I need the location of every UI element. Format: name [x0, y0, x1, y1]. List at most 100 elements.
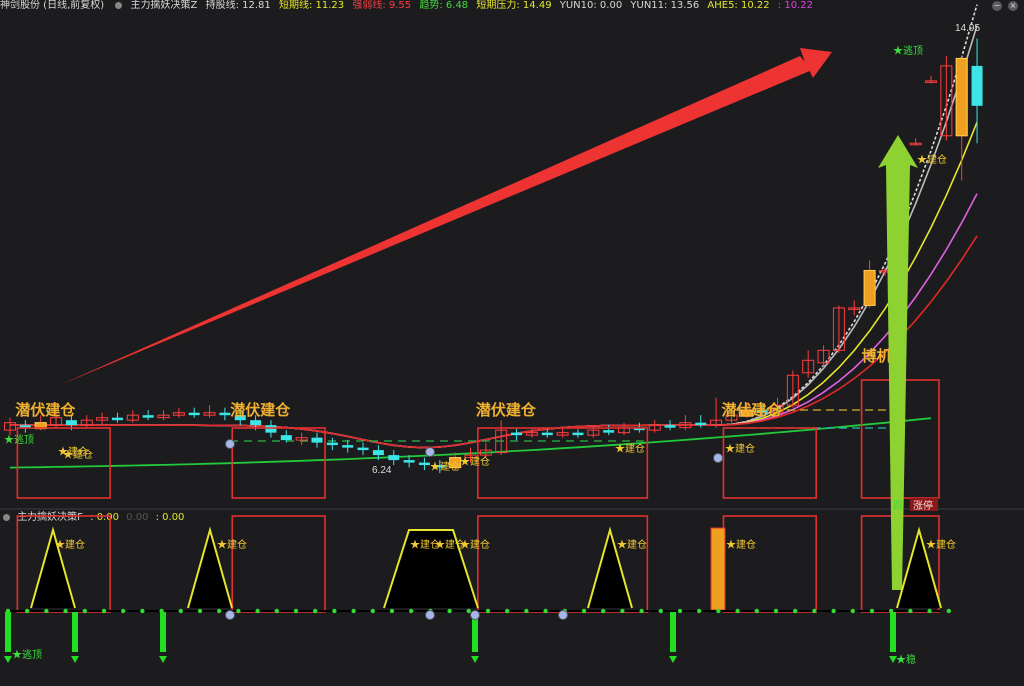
candle-body	[219, 412, 231, 416]
escape-bar	[5, 612, 11, 652]
sub-baseline-dot	[466, 608, 471, 614]
sub-zone-box	[231, 515, 326, 613]
candle-body	[250, 420, 262, 426]
candle-body	[111, 417, 123, 421]
signal-candle	[955, 57, 968, 137]
sub-baseline-dot	[293, 608, 299, 614]
sub-baseline-dot	[82, 608, 88, 614]
escape-bar-arrow	[4, 656, 12, 663]
sub-build-signal: ★建仓	[55, 538, 85, 551]
sub-baseline-dot	[44, 608, 49, 614]
sub-baseline-dot	[697, 608, 702, 614]
candle-body	[403, 460, 415, 463]
sub-baseline-dot	[370, 608, 375, 614]
candle-body	[65, 420, 77, 426]
sub-burst-bar	[710, 527, 726, 611]
sub-baseline-dot	[620, 608, 625, 614]
candle-body	[664, 425, 676, 428]
ma-yellow-line	[10, 122, 978, 449]
escape-signal-top: ★逃顶	[893, 44, 923, 57]
candle-body	[572, 432, 584, 436]
build-signal: ★建仓	[615, 442, 645, 455]
sub-build-signal: ★建仓	[460, 538, 490, 551]
sub-baseline-dot	[25, 608, 30, 614]
sub-baseline-dot	[505, 608, 510, 614]
sub-build-signal: ★建仓	[217, 538, 247, 551]
low-price-label: 6.24	[372, 465, 392, 476]
candle-body	[388, 455, 400, 461]
sub-baseline-dot	[601, 608, 606, 614]
sub-zone-box	[722, 515, 818, 613]
bottom-escape-signal: ★逃顶	[12, 648, 42, 661]
sub-build-signal: ★建仓	[726, 538, 756, 551]
sub-baseline-dot	[63, 608, 68, 614]
candle-body	[265, 425, 277, 433]
candle-body	[418, 462, 430, 466]
build-signal: ★建仓	[430, 460, 460, 473]
candle-body	[280, 435, 292, 441]
sub-baseline-dot	[869, 608, 875, 614]
marker-icon	[425, 610, 435, 620]
sub-baseline-dot	[716, 608, 721, 614]
build-signal: ★建仓	[917, 153, 947, 166]
escape-bar-arrow	[471, 656, 479, 663]
candle-body	[188, 412, 200, 416]
sub-baseline-dot	[850, 608, 855, 614]
sub-baseline-dot	[447, 608, 452, 614]
sub-baseline-dot	[543, 608, 548, 614]
sub-baseline-dot	[313, 608, 318, 614]
candle-body	[357, 447, 369, 451]
sub-baseline-dot	[524, 608, 529, 614]
sub-baseline-dot	[197, 608, 203, 614]
zone-box	[477, 427, 649, 499]
escape-bar	[72, 612, 78, 652]
chart-stage: 神剑股份 (日线,前复权) 主力擒妖决策Z 持股线: 12.81 短期线: 11…	[0, 0, 1024, 686]
escape-bar	[160, 612, 166, 652]
candle-body	[142, 415, 154, 418]
sub-baseline-dot	[255, 608, 260, 614]
build-signal: ★建仓	[725, 442, 755, 455]
sub-baseline-dot	[812, 608, 817, 614]
sub-baseline-dot	[658, 608, 663, 614]
sub-baseline-dot	[101, 608, 107, 614]
build-signal: ★建仓	[460, 455, 490, 468]
candle-body	[695, 422, 707, 426]
escape-bar-arrow	[71, 656, 79, 663]
marker-icon	[470, 610, 480, 620]
marker-icon	[425, 447, 435, 457]
zone-label: 潜伏建仓	[230, 401, 291, 419]
sub-baseline-dot	[351, 608, 356, 614]
high-price-label: 14.95	[955, 23, 980, 34]
candle-body	[326, 442, 338, 446]
signal-candle	[863, 269, 876, 306]
sub-baseline-dot	[178, 608, 183, 614]
candle-body	[603, 430, 615, 433]
escape-bar	[890, 612, 896, 652]
sub-baseline-dot	[121, 608, 126, 614]
zone-label: 潜伏建仓	[721, 401, 782, 419]
marker-icon	[225, 610, 235, 620]
marker-icon	[558, 610, 568, 620]
build-signal: ★建仓	[63, 448, 93, 461]
sub-baseline-dot	[485, 608, 491, 614]
candle-body	[372, 450, 384, 456]
zone-box	[722, 427, 818, 499]
sub-baseline-dot	[677, 608, 683, 614]
ma-gray-line	[10, 25, 978, 449]
sub-baseline-dot	[793, 608, 798, 614]
marker-icon	[225, 439, 235, 449]
sub-baseline-dot	[217, 608, 222, 614]
escape-bar	[670, 612, 676, 652]
candle-body	[541, 432, 553, 436]
candle-body	[311, 437, 323, 443]
escape-signal: ★逃顶	[4, 433, 34, 446]
sub-baseline-dot	[735, 608, 740, 614]
sub-baseline-dot	[639, 608, 644, 614]
zone-label: 潜伏建仓	[476, 401, 537, 419]
sub-baseline-dot	[831, 608, 836, 614]
sub-baseline-dot	[946, 608, 951, 614]
candle-body	[511, 432, 523, 436]
bottom-stable-signal: ★稳	[896, 653, 916, 666]
sub-baseline-dot	[581, 608, 587, 614]
candle-body	[971, 65, 983, 106]
